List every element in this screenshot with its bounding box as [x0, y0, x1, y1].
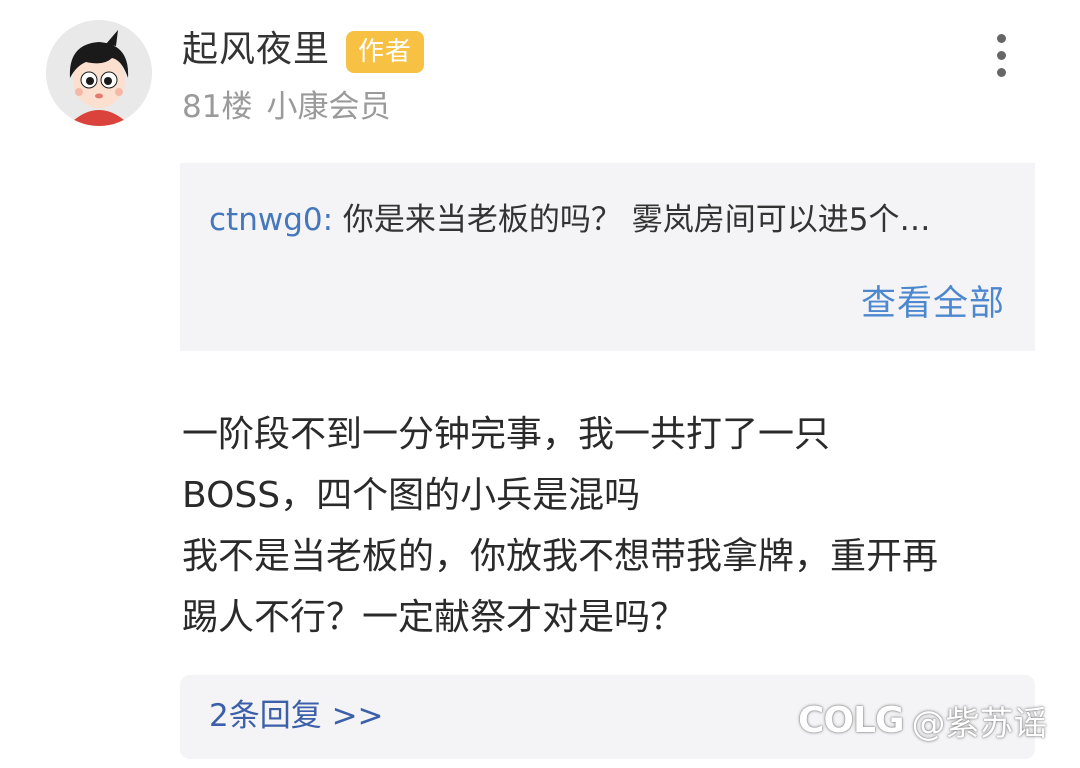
- content-line: 一阶段不到一分钟完事，我一共打了一只: [182, 414, 831, 455]
- author-name[interactable]: 起风夜里: [182, 24, 330, 76]
- member-level: 小康会员: [266, 89, 391, 125]
- post-meta: 81楼 小康会员: [182, 84, 390, 130]
- replies-link[interactable]: 2条回复 >>: [209, 693, 384, 739]
- floor-number: 81楼: [182, 89, 253, 125]
- more-vertical-icon[interactable]: [986, 34, 1016, 78]
- quoted-reply-panel[interactable]: ctnwg0: 你是来当老板的吗？ 雾岚房间可以进5个… 查看全部: [180, 163, 1035, 351]
- post-content: 一阶段不到一分钟完事，我一共打了一只 BOSS，四个图的小兵是混吗 我不是当老板…: [182, 404, 1042, 648]
- quoted-reply-user[interactable]: ctnwg0:: [209, 202, 333, 238]
- content-line: 我不是当老板的，你放我不想带我拿牌，重开再: [182, 536, 939, 577]
- quoted-reply-text: 你是来当老板的吗？ 雾岚房间可以进5个…: [342, 202, 931, 238]
- cartoon-boy-avatar-icon: [46, 20, 152, 126]
- author-badge: 作者: [346, 31, 425, 73]
- colg-logo: COLG: [798, 699, 905, 741]
- watermark: COLG @紫苏谣: [798, 694, 1048, 746]
- user-avatar[interactable]: [46, 20, 152, 126]
- quoted-reply: ctnwg0: 你是来当老板的吗？ 雾岚房间可以进5个…: [209, 197, 930, 243]
- content-line: 踢人不行？一定献祭才对是吗？: [182, 597, 687, 638]
- view-all-link[interactable]: 查看全部: [861, 278, 1005, 330]
- content-line: BOSS，四个图的小兵是混吗: [182, 475, 641, 516]
- watermark-handle: @紫苏谣: [911, 703, 1048, 744]
